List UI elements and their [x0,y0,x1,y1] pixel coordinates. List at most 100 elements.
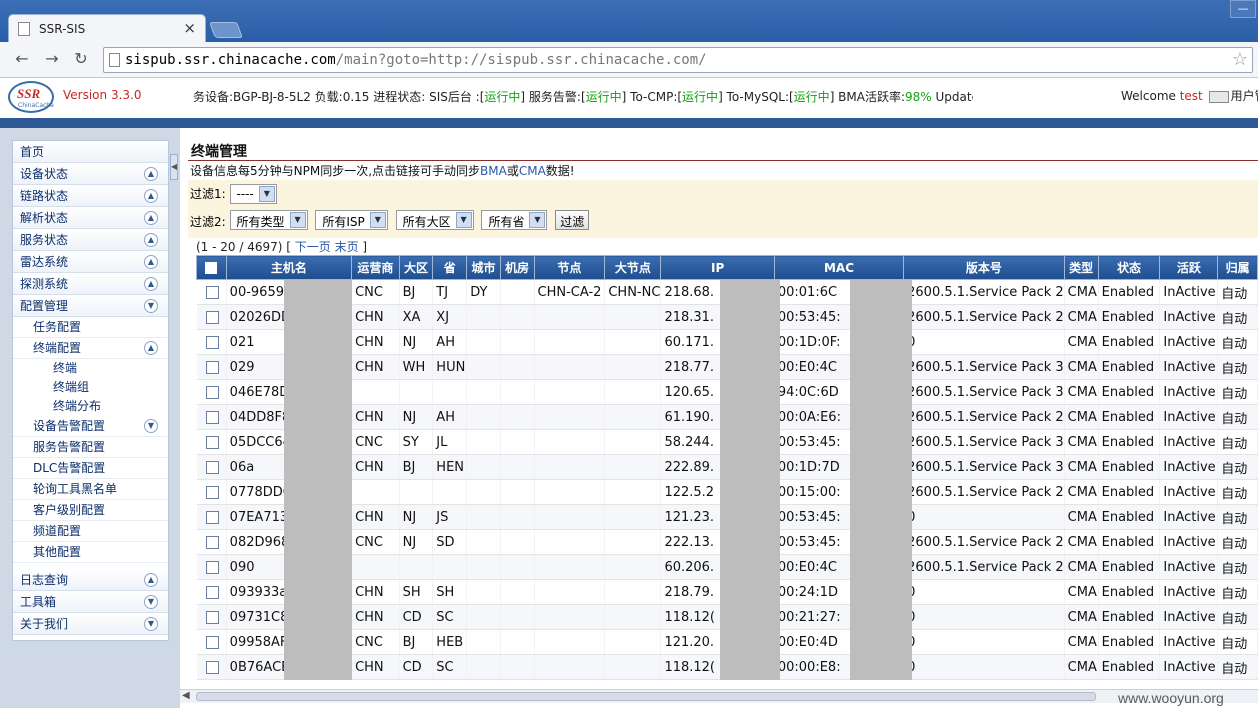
bookmark-star-icon[interactable]: ☆ [1232,49,1248,70]
username[interactable]: test [1180,89,1203,103]
address-bar[interactable]: sispub.ssr.chinacache.com/main?goto=http… [103,47,1253,73]
sidebar-item-device-status[interactable]: 设备状态 ▲ [13,163,168,185]
column-header[interactable]: 运营商 [351,255,400,280]
chevron-up-icon[interactable]: ▲ [144,233,158,247]
new-tab-button[interactable] [209,22,243,38]
row-checkbox[interactable] [205,435,219,449]
forward-arrow-icon[interactable]: → [42,49,62,69]
filter-isp-select[interactable]: 所有ISP ▼ [315,210,388,230]
row-select-cell [196,654,227,680]
column-header[interactable]: IP [660,255,775,280]
filter1-select[interactable]: ---- ▼ [229,184,277,204]
sidebar-item-about[interactable]: 关于我们 ▼ [13,613,168,635]
row-checkbox[interactable] [205,535,219,549]
table-cell: Enabled [1098,279,1161,305]
row-checkbox[interactable] [205,560,219,574]
chevron-up-icon[interactable]: ▲ [144,573,158,587]
chevron-up-icon[interactable]: ▲ [144,277,158,291]
row-checkbox[interactable] [205,385,219,399]
chevron-down-icon[interactable]: ▼ [144,595,158,609]
user-management-link[interactable]: 用户管 [1231,89,1258,103]
row-checkbox[interactable] [205,460,219,474]
back-arrow-icon[interactable]: ← [12,49,32,69]
last-page-link[interactable]: 末页 [335,240,363,254]
sidebar-sub-terminal-group[interactable]: 终端组 [13,378,168,397]
sidebar-sub-other[interactable]: 其他配置 [13,542,168,563]
sidebar-item-radar[interactable]: 雷达系统 ▲ [13,251,168,273]
sync-cma-link[interactable]: CMA [519,164,546,178]
sidebar-sub-dlc-alert[interactable]: DLC告警配置 [13,458,168,479]
chevron-down-icon[interactable]: ▼ [144,419,158,433]
sidebar-sub-terminal-config[interactable]: 终端配置 ▲ [13,338,168,359]
filter-type-select[interactable]: 所有类型 ▼ [229,210,308,230]
browser-tab[interactable]: SSR-SIS × [8,14,206,42]
filter-button[interactable]: 过滤 [555,210,590,230]
column-header[interactable]: 主机名 [225,255,353,280]
table-cell: 自动 [1217,654,1258,680]
row-checkbox[interactable] [205,335,219,349]
sidebar-item-probe[interactable]: 探测系统 ▲ [13,273,168,295]
scroll-left-icon[interactable]: ◀ [182,690,190,701]
column-header[interactable]: 城市 [466,255,501,280]
scroll-thumb[interactable] [196,692,1096,701]
column-header[interactable]: 版本号 [903,255,1065,280]
sidebar-item-dns-status[interactable]: 解析状态 ▲ [13,207,168,229]
row-checkbox[interactable] [205,660,219,674]
chevron-up-icon[interactable]: ▲ [144,341,158,355]
column-header[interactable]: 机房 [499,255,535,280]
sidebar-item-log[interactable]: 日志查询 ▲ [13,569,168,591]
row-checkbox[interactable] [205,585,219,599]
sidebar-item-service-status[interactable]: 服务状态 ▲ [13,229,168,251]
horizontal-scrollbar[interactable]: ◀ [180,689,1258,703]
chevron-down-icon[interactable]: ▼ [144,617,158,631]
sidebar-sub-channel[interactable]: 频道配置 [13,521,168,542]
select-all-checkbox[interactable] [205,262,218,274]
sidebar-collapse-toggle[interactable]: ◀ [170,154,178,180]
sidebar-sub-customer-level[interactable]: 客户级别配置 [13,500,168,521]
row-checkbox[interactable] [205,310,219,324]
row-checkbox[interactable] [205,285,219,299]
sidebar-item-config[interactable]: 配置管理 ▼ [13,295,168,317]
sidebar-sub-poll-blacklist[interactable]: 轮询工具黑名单 [13,479,168,500]
column-header[interactable]: 归属 [1217,255,1258,280]
sidebar-item-link-status[interactable]: 链路状态 ▲ [13,185,168,207]
row-checkbox[interactable] [205,510,219,524]
chevron-down-icon[interactable]: ▼ [144,299,158,313]
row-checkbox[interactable] [205,610,219,624]
user-card-icon[interactable] [1208,90,1229,103]
sidebar-sub-service-alert[interactable]: 服务告警配置 [13,437,168,458]
filter-province-select[interactable]: 所有省 ▼ [481,210,548,230]
sidebar-sub-terminal[interactable]: 终端 [13,359,168,378]
sidebar-sub-task-config[interactable]: 任务配置 [13,317,168,338]
next-page-link[interactable]: 下一页 [291,240,335,254]
sidebar-item-toolbox[interactable]: 工具箱 ▼ [13,591,168,613]
column-header[interactable]: 状态 [1097,255,1161,280]
column-header[interactable]: 大区 [398,255,434,280]
chevron-up-icon[interactable]: ▲ [144,189,158,203]
row-checkbox[interactable] [205,485,219,499]
sidebar-sub-terminal-distribution[interactable]: 终端分布 [13,397,168,416]
sidebar-item-home[interactable]: 首页 [13,141,168,163]
filter-region-select[interactable]: 所有大区 ▼ [395,210,474,230]
table-cell: CMA [1064,429,1099,455]
sync-bma-link[interactable]: BMA [480,164,507,178]
reload-icon[interactable]: ↻ [71,49,91,69]
table-cell [466,554,501,580]
column-header[interactable]: 节点 [533,255,606,280]
column-header[interactable]: 省 [432,255,468,280]
table-cell: CMA [1064,654,1099,680]
table-cell: CMA [1064,579,1099,605]
column-header[interactable]: 类型 [1063,255,1099,280]
column-header[interactable]: MAC [773,255,905,280]
column-header[interactable]: 大节点 [604,255,662,280]
close-icon[interactable]: × [183,19,196,37]
chevron-up-icon[interactable]: ▲ [144,255,158,269]
row-checkbox[interactable] [205,410,219,424]
column-header[interactable]: 活跃 [1159,255,1219,280]
chevron-up-icon[interactable]: ▲ [144,167,158,181]
chevron-up-icon[interactable]: ▲ [144,211,158,225]
row-checkbox[interactable] [205,635,219,649]
sidebar-sub-device-alert[interactable]: 设备告警配置 ▼ [13,416,168,437]
row-checkbox[interactable] [205,360,219,374]
minimize-icon[interactable]: — [1230,0,1256,18]
